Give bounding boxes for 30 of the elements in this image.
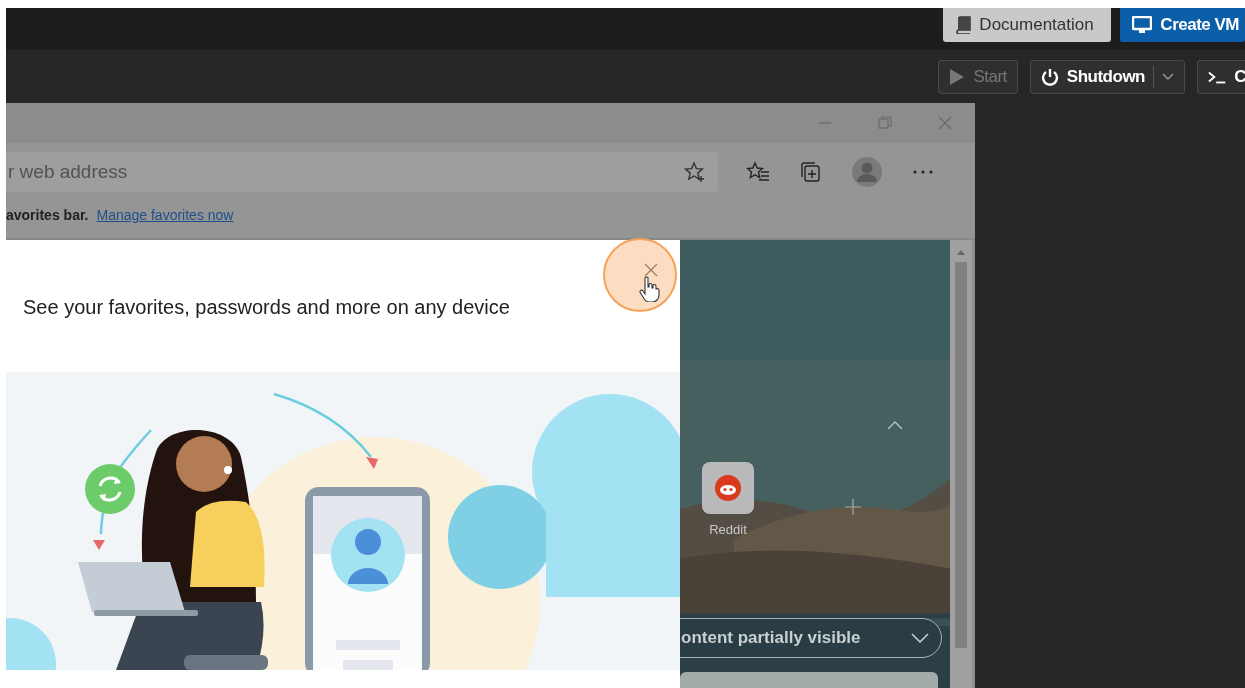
restore-icon[interactable]: [877, 115, 893, 131]
scrollbar[interactable]: [950, 240, 972, 688]
power-icon: [1040, 67, 1059, 86]
documentation-button[interactable]: Documentation: [943, 8, 1112, 42]
scroll-up-icon[interactable]: [956, 248, 966, 256]
site-tile-label[interactable]: Reddit: [709, 522, 747, 537]
collections-icon[interactable]: [800, 160, 822, 183]
create-vm-button[interactable]: Create VM: [1120, 8, 1245, 42]
dialog-title: See your favorites, passwords and more on any device: [23, 296, 510, 319]
address-bar[interactable]: r web address: [6, 151, 718, 192]
favorites-bar-message: avorites bar.: [6, 207, 89, 223]
console-button[interactable]: C: [1197, 59, 1245, 94]
monitor-icon: [1132, 16, 1153, 34]
close-icon[interactable]: [644, 263, 658, 277]
more-icon[interactable]: [912, 168, 934, 175]
favorites-icon[interactable]: [746, 160, 770, 183]
content-dropdown[interactable]: ontent partially visible: [680, 618, 942, 658]
collapse-icon[interactable]: [887, 420, 903, 430]
add-favorite-icon[interactable]: [684, 160, 706, 183]
play-icon: [949, 67, 966, 86]
terminal-icon: [1208, 69, 1227, 84]
hand-cursor-icon: [638, 276, 660, 302]
close-icon[interactable]: [937, 115, 953, 131]
profile-avatar-icon[interactable]: [852, 156, 882, 187]
book-icon: [955, 16, 972, 34]
shutdown-button[interactable]: Shutdown: [1029, 59, 1185, 94]
add-site-icon[interactable]: [844, 498, 862, 516]
chevron-down-icon: [911, 633, 929, 643]
caret-icon: [1162, 72, 1174, 81]
site-tile-icon[interactable]: [702, 462, 754, 514]
